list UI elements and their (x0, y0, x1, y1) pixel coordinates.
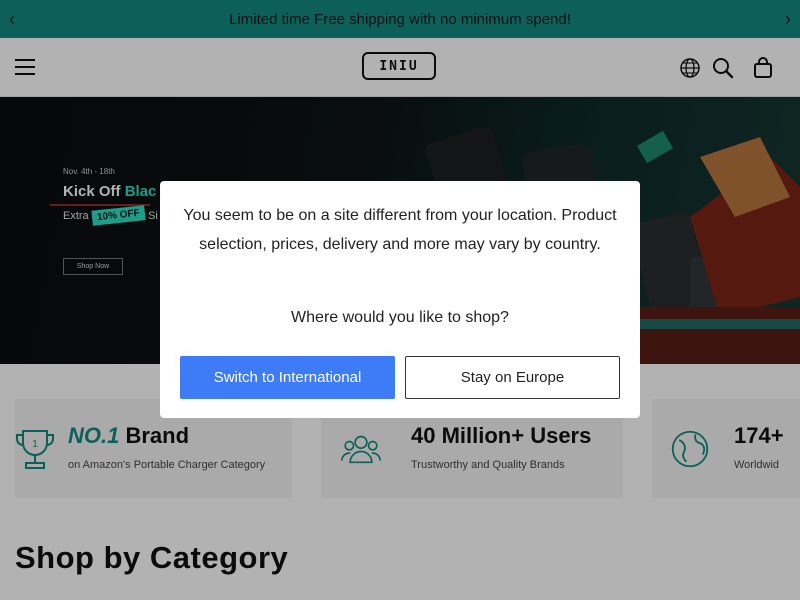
stay-europe-button[interactable]: Stay on Europe (405, 356, 620, 399)
modal-question: Where would you like to shop? (291, 309, 509, 326)
switch-international-button[interactable]: Switch to International (180, 356, 395, 399)
location-modal: You seem to be on a site different from … (160, 181, 640, 418)
modal-message: You seem to be on a site different from … (183, 207, 617, 253)
